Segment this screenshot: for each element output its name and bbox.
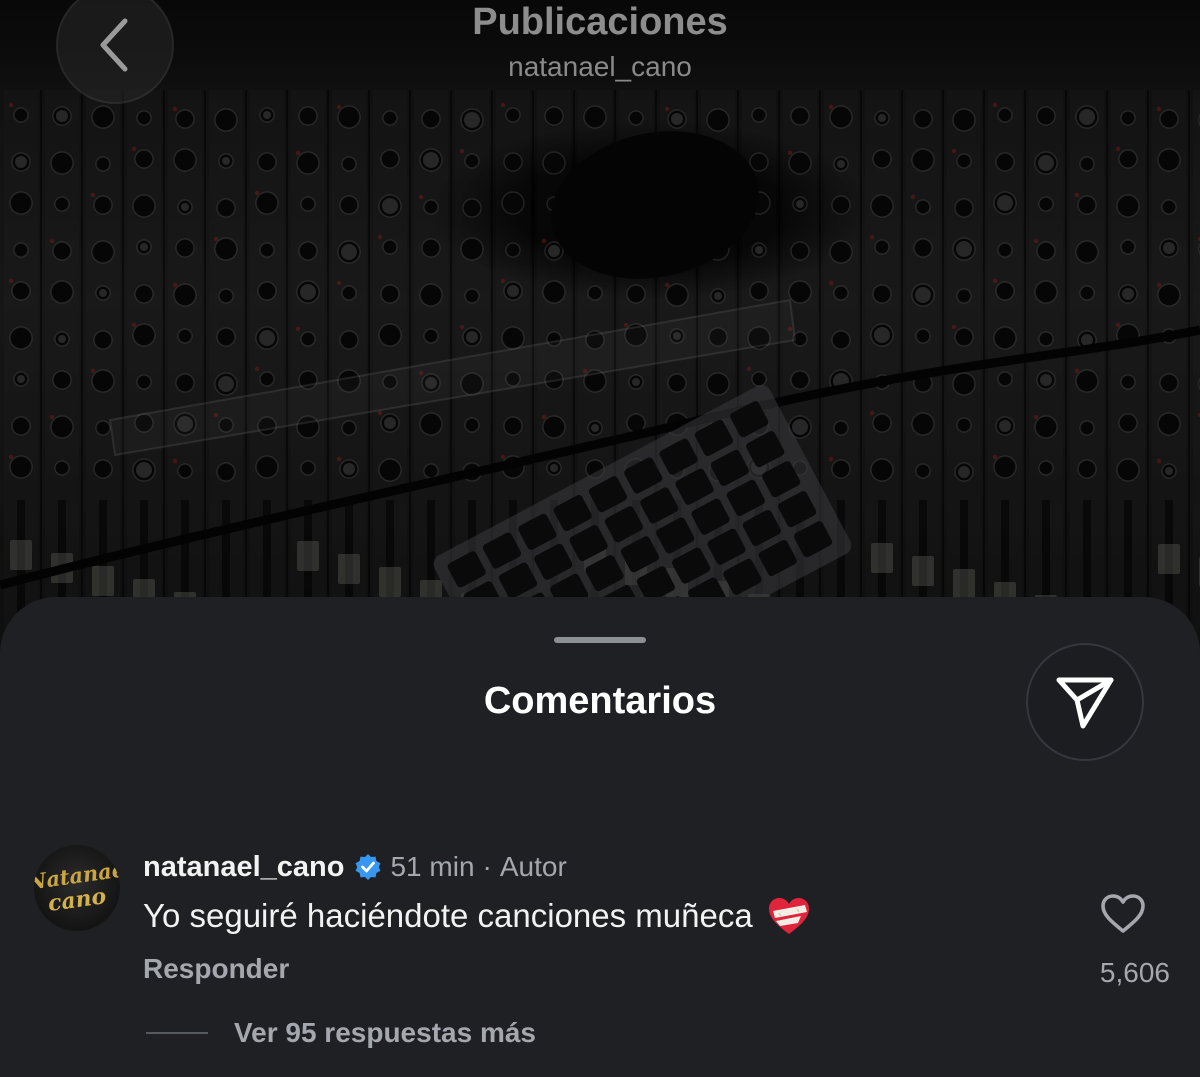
top-header: Publicaciones natanael_cano (0, 0, 1200, 104)
reply-button[interactable]: Responder (143, 951, 289, 987)
page-subtitle: natanael_cano (508, 51, 692, 82)
share-button[interactable] (1026, 643, 1144, 761)
sheet-grabber-handle[interactable] (554, 637, 646, 643)
sheet-title: Comentarios (483, 680, 717, 722)
meta-separator: · (482, 851, 492, 882)
comment-header: natanael_cano 51 min · Autor (143, 847, 567, 887)
avatar[interactable]: Natanae cano (34, 845, 120, 931)
comment-text: Yo seguiré haciéndote canciones muñeca (143, 895, 811, 937)
view-replies-row[interactable]: Ver 95 respuestas más (146, 1013, 536, 1053)
comment-body: Yo seguiré haciéndote canciones muñeca (143, 897, 753, 934)
comment-timestamp: 51 min (390, 851, 475, 882)
verified-badge-icon (354, 853, 382, 881)
comments-sheet: Comentarios Natanae cano natanael_cano 5… (0, 597, 1200, 1077)
like-button[interactable] (1098, 891, 1148, 937)
comment-item: Natanae cano natanael_cano 51 min · Auto… (0, 833, 1200, 1073)
view-replies-link[interactable]: Ver 95 respuestas más (234, 1017, 536, 1049)
replies-divider-line (146, 1032, 208, 1034)
comment-username[interactable]: natanael_cano (143, 851, 344, 884)
like-count: 5,606 (1099, 957, 1170, 988)
mending-heart-emoji (767, 896, 811, 936)
send-icon (1056, 677, 1114, 729)
heart-outline-icon (1101, 894, 1145, 933)
natanael-cano-logo: Natanae cano (34, 856, 120, 917)
author-tag: Autor (499, 851, 567, 882)
page-title: Publicaciones (472, 1, 728, 43)
